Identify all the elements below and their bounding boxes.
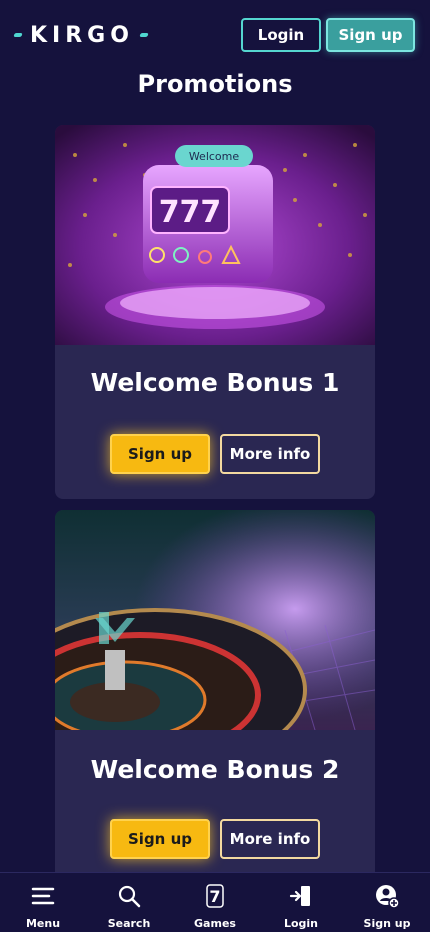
nav-item-login[interactable]: Login (258, 873, 344, 932)
login-door-icon (288, 883, 314, 913)
promo-signup-button[interactable]: Sign up (110, 819, 210, 859)
promotion-title: Welcome Bonus 2 (90, 755, 340, 784)
promo-signup-button[interactable]: Sign up (110, 434, 210, 474)
nav-item-games[interactable]: 7 Games (172, 873, 258, 932)
svg-text:777: 777 (159, 195, 222, 230)
nav-item-search[interactable]: Search (86, 873, 172, 932)
promotion-card: Welcome Bonus 2 Sign up More info (55, 510, 375, 882)
promotion-title: Welcome Bonus 1 (90, 368, 340, 397)
nav-item-signup[interactable]: Sign up (344, 873, 430, 932)
signup-button[interactable]: Sign up (326, 18, 415, 52)
more-info-button[interactable]: More info (220, 819, 320, 859)
add-user-icon (374, 883, 400, 913)
svg-text:7: 7 (209, 887, 220, 906)
nav-label: Login (283, 917, 319, 930)
nav-item-menu[interactable]: Menu (0, 873, 86, 932)
kirgo-logo[interactable]: KIRGO (13, 22, 149, 48)
seven-icon: 7 (202, 883, 228, 913)
nav-label: Menu (25, 917, 61, 930)
nav-label: Sign up (363, 917, 411, 930)
nav-label: Games (194, 917, 236, 930)
more-info-button[interactable]: More info (220, 434, 320, 474)
welcome-badge: Welcome (175, 145, 253, 167)
search-icon (116, 883, 142, 913)
login-button[interactable]: Login (241, 18, 321, 52)
logo-text: KIRGO (30, 22, 134, 48)
bottom-navigation: Menu Search 7 Games Login Sign up (0, 872, 430, 932)
promotion-card: 777 Welcome Welcome Bonus 1 Sign up More… (55, 125, 375, 499)
promo-image-slot-machine[interactable]: 777 Welcome (55, 125, 375, 345)
top-header: KIRGO Login Sign up (0, 0, 430, 70)
page-title: Promotions (137, 70, 293, 98)
promo-image-roulette[interactable] (55, 510, 375, 730)
hamburger-icon (30, 883, 56, 913)
nav-label: Search (107, 917, 151, 930)
